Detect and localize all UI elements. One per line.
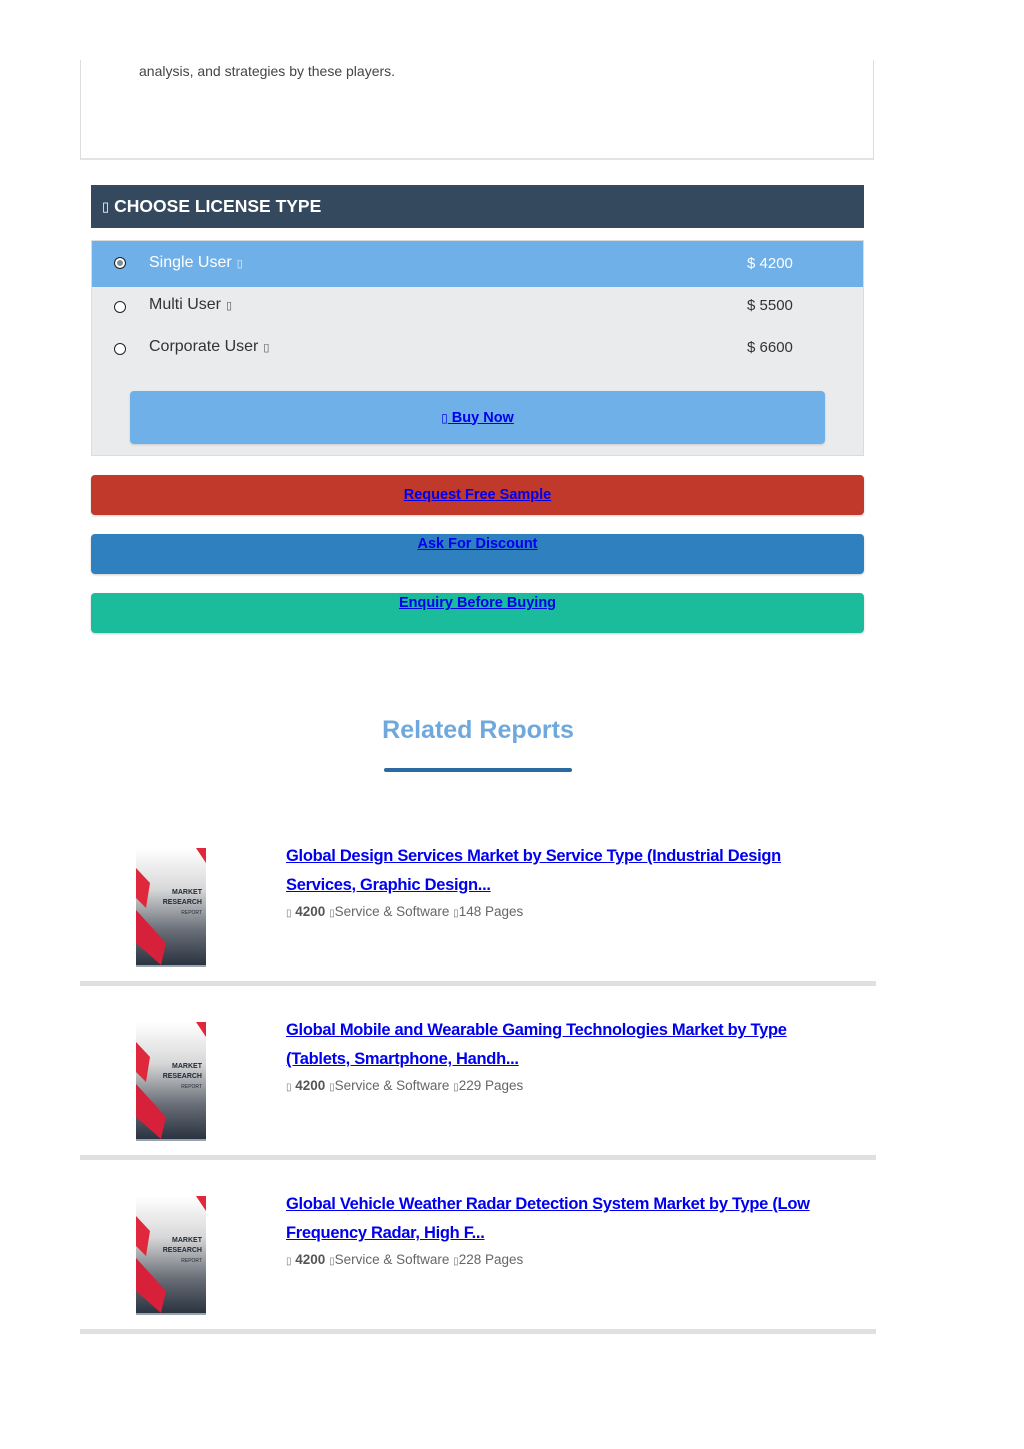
report-title-link[interactable]: Global Design Services Market by Service… bbox=[286, 842, 846, 900]
report-price: 4200 bbox=[295, 904, 326, 919]
report-cover-image[interactable]: MARKET RESEARCH REPORT bbox=[136, 848, 206, 967]
request-sample-button[interactable]: Request Free Sample bbox=[91, 475, 864, 515]
related-report-item: MARKET RESEARCH REPORT Global Mobile and W… bbox=[80, 1021, 876, 1160]
price-icon: ▯ bbox=[286, 908, 292, 919]
report-price: 4200 bbox=[295, 1078, 326, 1093]
report-meta: ▯ 4200 ▯Service & Software ▯148 Pages bbox=[286, 904, 523, 919]
price-icon: ▯ bbox=[286, 1082, 292, 1093]
description-text: analysis, and strategies by these player… bbox=[139, 63, 396, 79]
cover-line1: MARKET bbox=[172, 1063, 202, 1070]
license-option-multi-user[interactable]: Multi User ▯ $ 5500 bbox=[92, 285, 863, 331]
related-reports-title: Related Reports bbox=[382, 716, 574, 744]
license-option-single-user[interactable]: Single User ▯ $ 4200 bbox=[92, 241, 863, 287]
divider bbox=[80, 1155, 876, 1160]
license-name: Multi User bbox=[149, 296, 222, 313]
related-report-item: MARKET RESEARCH REPORT Global Vehicle Weat… bbox=[80, 1195, 876, 1334]
enquiry-button[interactable]: Enquiry Before Buying bbox=[91, 593, 864, 633]
info-icon: ▯ bbox=[263, 342, 270, 354]
related-report-item: MARKET RESEARCH REPORT Global Design Servi… bbox=[80, 847, 876, 986]
report-category: Service & Software bbox=[334, 1252, 450, 1267]
ask-discount-link[interactable]: Ask For Discount bbox=[417, 536, 537, 552]
license-header: ▯ CHOOSE LICENSE TYPE bbox=[91, 185, 864, 228]
report-pages: 148 Pages bbox=[458, 904, 524, 919]
license-header-label: CHOOSE LICENSE TYPE bbox=[114, 196, 322, 216]
info-icon: ▯ bbox=[226, 300, 233, 312]
license-radio-corporate-user[interactable] bbox=[114, 343, 126, 355]
title-underline bbox=[384, 768, 572, 772]
report-price: 4200 bbox=[295, 1252, 326, 1267]
license-price: $ 5500 bbox=[747, 297, 793, 314]
cover-line3: REPORT bbox=[181, 1258, 202, 1264]
enquiry-link[interactable]: Enquiry Before Buying bbox=[399, 595, 556, 611]
license-name: Corporate User bbox=[149, 338, 259, 355]
divider bbox=[80, 981, 876, 986]
info-icon: ▯ bbox=[236, 258, 243, 270]
buy-now-button[interactable]: ▯ Buy Now bbox=[130, 391, 825, 444]
tag-icon: ▯ bbox=[102, 198, 110, 214]
license-price: $ 4200 bbox=[747, 255, 793, 272]
cover-line2: RESEARCH bbox=[162, 899, 202, 906]
report-category: Service & Software bbox=[334, 1078, 450, 1093]
ask-discount-button[interactable]: Ask For Discount bbox=[91, 534, 864, 574]
request-sample-link[interactable]: Request Free Sample bbox=[404, 487, 551, 503]
report-title-link[interactable]: Global Mobile and Wearable Gaming Techno… bbox=[286, 1016, 846, 1074]
report-meta: ▯ 4200 ▯Service & Software ▯228 Pages bbox=[286, 1252, 523, 1267]
cover-line3: REPORT bbox=[181, 910, 202, 916]
report-pages: 228 Pages bbox=[458, 1252, 524, 1267]
description-box: analysis, and strategies by these player… bbox=[80, 60, 874, 160]
cover-line1: MARKET bbox=[172, 1237, 202, 1244]
cover-line2: RESEARCH bbox=[162, 1073, 202, 1080]
buy-now-label: Buy Now bbox=[451, 409, 514, 426]
cart-icon: ▯ bbox=[441, 410, 448, 425]
report-meta: ▯ 4200 ▯Service & Software ▯229 Pages bbox=[286, 1078, 523, 1093]
license-price: $ 6600 bbox=[747, 339, 793, 356]
license-name: Single User bbox=[149, 254, 232, 271]
cover-line3: REPORT bbox=[181, 1084, 202, 1090]
license-option-corporate-user[interactable]: Corporate User ▯ $ 6600 bbox=[92, 327, 863, 373]
license-radio-multi-user[interactable] bbox=[114, 301, 126, 313]
report-category: Service & Software bbox=[334, 904, 450, 919]
buy-now-link[interactable]: ▯ Buy Now bbox=[441, 410, 514, 426]
cover-line1: MARKET bbox=[172, 889, 202, 896]
divider bbox=[80, 1329, 876, 1334]
license-options: Single User ▯ $ 4200 Multi User ▯ $ 5500 C… bbox=[91, 240, 864, 456]
report-cover-image[interactable]: MARKET RESEARCH REPORT bbox=[136, 1022, 206, 1141]
report-title-link[interactable]: Global Vehicle Weather Radar Detection S… bbox=[286, 1190, 846, 1248]
report-pages: 229 Pages bbox=[458, 1078, 524, 1093]
cover-line2: RESEARCH bbox=[162, 1247, 202, 1254]
license-radio-single-user[interactable] bbox=[114, 257, 126, 269]
report-cover-image[interactable]: MARKET RESEARCH REPORT bbox=[136, 1196, 206, 1315]
price-icon: ▯ bbox=[286, 1256, 292, 1267]
